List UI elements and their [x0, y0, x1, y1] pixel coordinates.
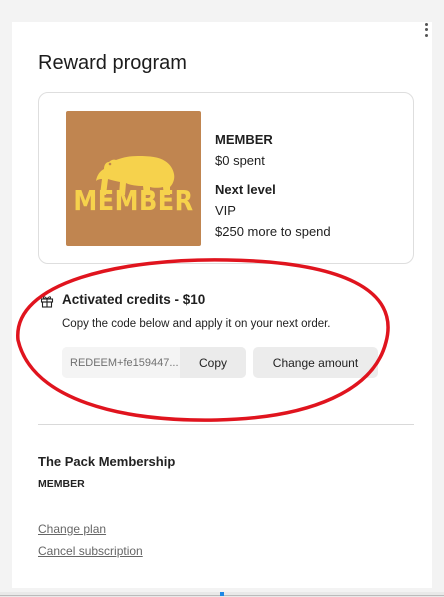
amount-spent: $0 spent	[215, 153, 265, 168]
redeem-code-field[interactable]: REDEEM+fe159447...	[62, 347, 180, 378]
change-amount-button[interactable]: Change amount	[253, 347, 378, 378]
remaining-to-spend: $250 more to spend	[215, 224, 331, 239]
redeem-code-group: REDEEM+fe159447... Copy	[62, 347, 246, 378]
credits-instructions: Copy the code below and apply it on your…	[62, 318, 331, 330]
tier-info: MEMBER $0 spent Next level VIP $250 more…	[215, 129, 331, 242]
more-options-icon[interactable]	[422, 22, 430, 38]
member-badge: MEMBER	[66, 111, 201, 246]
credits-title: Activated credits - $10	[62, 292, 206, 307]
tier-card: MEMBER MEMBER $0 spent Next level VIP $2…	[38, 92, 414, 264]
change-plan-link[interactable]: Change plan	[38, 522, 106, 536]
bear-icon	[96, 156, 175, 195]
section-divider	[38, 424, 414, 425]
badge-label: MEMBER	[73, 184, 194, 218]
cancel-subscription-link[interactable]: Cancel subscription	[38, 544, 143, 558]
membership-tier: MEMBER	[38, 478, 85, 490]
reward-panel: Reward program MEMBER MEMBER $0 spent Ne…	[12, 22, 432, 588]
gift-icon	[40, 296, 54, 308]
page-title: Reward program	[38, 52, 187, 74]
next-level-value: VIP	[215, 203, 236, 218]
copy-button[interactable]: Copy	[180, 347, 246, 378]
window-bottom-bar	[0, 592, 444, 597]
membership-title: The Pack Membership	[38, 454, 176, 469]
next-level-label: Next level	[215, 182, 276, 197]
resize-handle[interactable]	[220, 592, 224, 596]
current-tier: MEMBER	[215, 132, 273, 147]
